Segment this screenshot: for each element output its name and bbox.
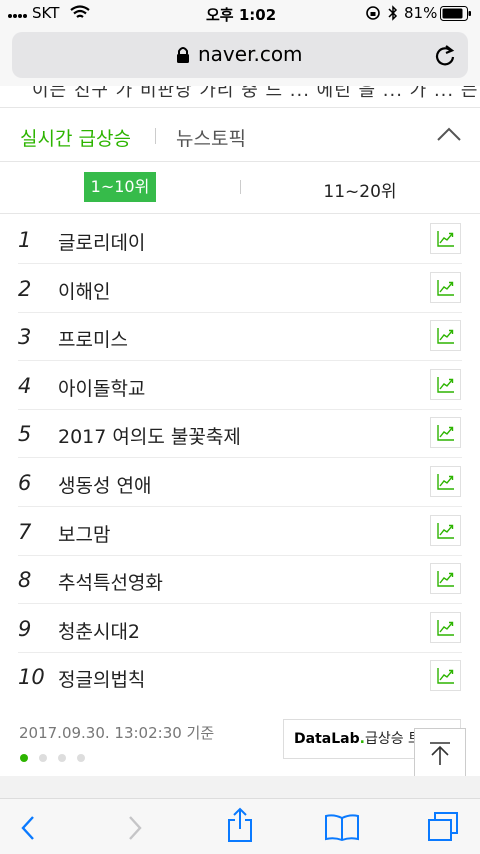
carrier-label: SKT <box>32 4 60 22</box>
datalab-brand: DataLab <box>294 731 360 747</box>
forward-icon[interactable] <box>127 815 143 845</box>
tabs-icon[interactable] <box>426 811 460 847</box>
tab-range-1-10[interactable]: 1~10위 <box>84 172 156 202</box>
battery-icon <box>440 6 472 25</box>
cut-off-text: 이는 친구 가 비판당 가리 중 드 ... 에린 을 ... 가 ... 는 … <box>32 86 480 101</box>
rank-range-tabs: 1~10위 11~20위 <box>0 162 480 214</box>
rank-number: 5 <box>18 422 32 447</box>
rank-keyword[interactable]: 이해인 <box>58 277 110 304</box>
reload-icon[interactable] <box>435 44 455 70</box>
rank-keyword[interactable]: 청춘시대2 <box>58 617 140 644</box>
trend-chart-icon[interactable] <box>430 611 461 643</box>
url-text: naver.com <box>198 42 303 66</box>
rank-keyword[interactable]: 보그맘 <box>58 520 110 547</box>
tab-realtime[interactable]: 실시간 급상승 <box>20 124 131 151</box>
trend-chart-icon[interactable] <box>430 514 461 546</box>
rank-keyword[interactable]: 추석특선영화 <box>58 568 163 595</box>
back-icon[interactable] <box>20 815 36 845</box>
rank-number: 6 <box>18 471 32 495</box>
rank-keyword[interactable]: 2017 여의도 불꽃축제 <box>58 422 241 449</box>
trend-chart-icon[interactable] <box>430 368 461 400</box>
rotation-lock-icon <box>366 6 380 24</box>
rank-row[interactable]: 1 글로리데이 <box>18 215 462 264</box>
lock-icon <box>176 46 190 68</box>
rank-row[interactable]: 3 프로미스 <box>18 312 462 362</box>
topic-tabs: 실시간 급상승 뉴스토픽 <box>0 108 480 162</box>
rank-row[interactable]: 8 추석특선영화 <box>18 555 462 605</box>
rank-row[interactable]: 2 이해인 <box>18 264 462 313</box>
arrow-up-icon[interactable] <box>414 728 466 778</box>
rank-row[interactable]: 4 아이돌학교 <box>18 361 462 410</box>
tab-news-topic[interactable]: 뉴스토픽 <box>176 124 246 151</box>
section-gap <box>0 776 480 798</box>
rank-number: 7 <box>18 519 32 544</box>
trend-chart-icon[interactable] <box>430 417 461 449</box>
rank-footer: 2017.09.30. 13:02:30 기준 DataLab.급상승 트렌드 <box>0 700 480 778</box>
rank-keyword[interactable]: 프로미스 <box>58 325 128 352</box>
battery-percent: 81% <box>404 4 438 22</box>
bookmarks-icon[interactable] <box>324 813 360 845</box>
signal-icon <box>8 8 28 26</box>
rank-keyword[interactable]: 정글의법칙 <box>58 665 145 692</box>
scrolled-content-edge: 이는 친구 가 비판당 가리 중 드 ... 에린 을 ... 가 ... 는 … <box>0 86 480 108</box>
rank-number: 3 <box>18 325 32 350</box>
bluetooth-icon <box>388 5 398 25</box>
browser-chrome: naver.com <box>0 28 480 86</box>
rank-number: 8 <box>18 568 32 593</box>
rank-row[interactable]: 9 청춘시대2 <box>18 604 462 653</box>
clock: 오후 1:02 <box>206 6 277 24</box>
trend-chart-icon[interactable] <box>430 466 461 497</box>
trend-chart-icon[interactable] <box>430 320 461 352</box>
wifi-icon <box>70 5 90 24</box>
trend-chart-icon[interactable] <box>430 563 461 595</box>
trend-chart-icon[interactable] <box>430 660 461 692</box>
rank-row[interactable]: 5 2017 여의도 불꽃축제 <box>18 409 462 459</box>
share-icon[interactable] <box>226 807 254 847</box>
rank-row[interactable]: 7 보그맘 <box>18 507 462 556</box>
rank-number: 4 <box>18 373 32 398</box>
rank-number: 1 <box>18 228 32 252</box>
address-bar[interactable]: naver.com <box>12 32 468 78</box>
chevron-up-icon[interactable] <box>436 126 462 146</box>
tab-range-11-20[interactable]: 11~20위 <box>310 177 410 202</box>
rank-keyword[interactable]: 아이돌학교 <box>58 374 145 401</box>
rank-row[interactable]: 10 정글의법칙 <box>18 652 462 702</box>
rank-number: 10 <box>18 665 45 690</box>
trend-chart-icon[interactable] <box>430 271 461 303</box>
rank-keyword[interactable]: 글로리데이 <box>58 228 145 255</box>
trend-chart-icon[interactable] <box>430 223 461 254</box>
timestamp: 2017.09.30. 13:02:30 기준 <box>19 724 215 742</box>
page-indicator <box>19 748 89 767</box>
range-divider <box>240 180 241 194</box>
status-bar: SKT 오후 1:02 81% <box>0 0 480 28</box>
rank-number: 9 <box>18 616 32 641</box>
browser-toolbar <box>0 798 480 854</box>
rank-number: 2 <box>18 276 32 301</box>
rank-keyword[interactable]: 생동성 연애 <box>58 471 151 498</box>
tab-divider <box>155 128 156 144</box>
rank-row[interactable]: 6 생동성 연애 <box>18 458 462 507</box>
